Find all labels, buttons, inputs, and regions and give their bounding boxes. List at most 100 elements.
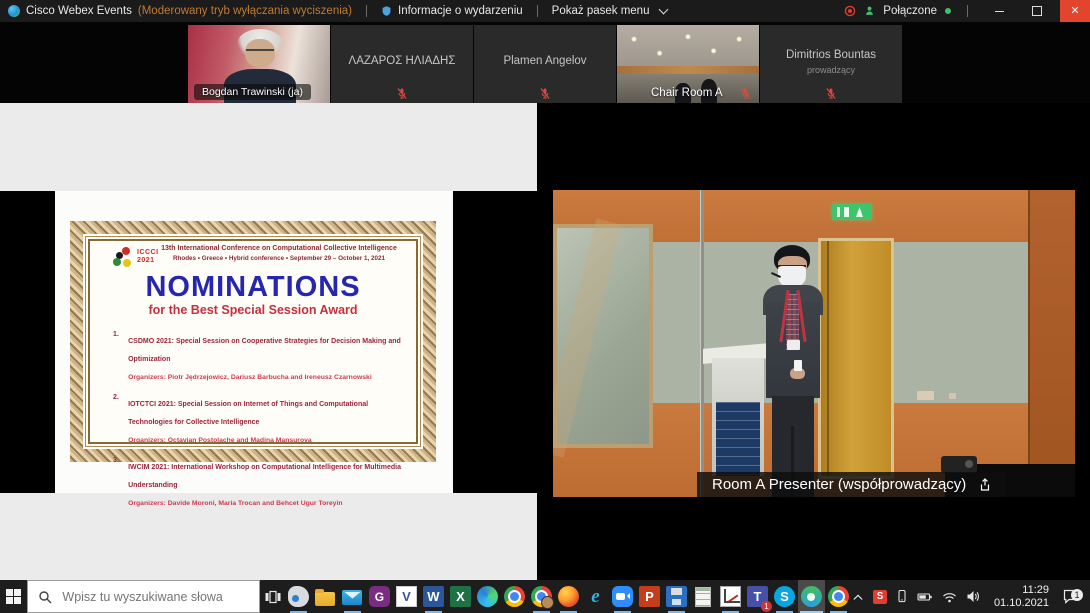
- slide-item-2: 2.IOTCTCI 2021: Special Session on Inter…: [113, 393, 411, 447]
- slide-item-1: 1.CSDMO 2021: Special Session on Coopera…: [113, 330, 411, 384]
- participant-tile-chair-room-a[interactable]: Chair Room A: [617, 25, 759, 103]
- separator: [967, 5, 968, 17]
- iccci-logo-icon: [113, 247, 133, 267]
- tray-chevron-up-icon[interactable]: [852, 592, 864, 602]
- chevron-down-icon: [659, 5, 669, 15]
- internet-explorer-icon: e: [585, 586, 606, 607]
- participant-tile-lazaros[interactable]: ΛΑΖΑΡΟΣ ΗΛΙΑΔΗΣ: [331, 25, 473, 103]
- search-icon: [38, 590, 52, 604]
- chrome-2-icon: [828, 586, 849, 607]
- taskbar-icon-firefox[interactable]: [555, 580, 582, 613]
- slide-item-3: 3.IWCIM 2021: International Workshop on …: [113, 456, 411, 510]
- session-organizers: Organizers: Piotr Jędrzejowicz, Dariusz …: [128, 374, 372, 381]
- taskbar-icon-word[interactable]: W: [420, 580, 447, 613]
- search-input[interactable]: [60, 589, 249, 605]
- wall-mirror: [553, 224, 653, 448]
- maximize-button[interactable]: [1022, 0, 1052, 22]
- podium-poster: [716, 402, 760, 476]
- taskbar-icon-floppy-app[interactable]: [663, 580, 690, 613]
- windows-taskbar: GVWXePT1S S 11:29 01.10.2021: [0, 580, 1090, 613]
- close-button[interactable]: ✕: [1060, 0, 1090, 22]
- session-organizers: Organizers: Octavian Postolache and Madi…: [128, 437, 312, 444]
- taskbar-icon-excel[interactable]: X: [447, 580, 474, 613]
- audio-connected-icon[interactable]: [864, 5, 875, 17]
- notepad-app-icon: [695, 587, 711, 607]
- task-view-icon: [265, 590, 281, 604]
- session-title: IWCIM 2021: International Workshop on Co…: [128, 464, 401, 489]
- participant-name: ΛΑΖΑΡΟΣ ΗΛΙΑΔΗΣ: [331, 55, 473, 67]
- clock-time: 11:29: [994, 584, 1049, 597]
- taskbar-icon-file-explorer[interactable]: [312, 580, 339, 613]
- word-icon: W: [423, 586, 444, 607]
- taskbar-icon-chrome[interactable]: [501, 580, 528, 613]
- participant-role: prowadzący: [760, 65, 902, 75]
- action-center-button[interactable]: 1: [1058, 589, 1084, 604]
- minimize-button[interactable]: [984, 0, 1014, 22]
- chrome-icon: [504, 586, 525, 607]
- taskbar-icon-mail[interactable]: [339, 580, 366, 613]
- graph-app-icon: [720, 586, 741, 607]
- muted-mic-icon: [540, 87, 551, 100]
- wifi-icon[interactable]: [942, 591, 957, 603]
- taskbar-icon-notepad-app[interactable]: [690, 580, 717, 613]
- taskbar-icon-edge[interactable]: [474, 580, 501, 613]
- taskbar-search[interactable]: [27, 580, 260, 613]
- conference-title: 13th International Conference on Computa…: [147, 244, 411, 254]
- taskbar-icon-internet-explorer[interactable]: e: [582, 580, 609, 613]
- share-icon[interactable]: [978, 478, 992, 492]
- presenter-name-overlay: Room A Presenter (współprowadzący): [697, 472, 1005, 497]
- participant-tile-bogdan[interactable]: Bogdan Trawinski (ja): [188, 25, 330, 103]
- task-view-button[interactable]: [260, 580, 285, 613]
- taskbar-icon-graph-app[interactable]: [717, 580, 744, 613]
- taskbar-icon-chrome-2[interactable]: [825, 580, 852, 613]
- presenter-badge: [787, 340, 800, 350]
- event-info-button[interactable]: Informacje o wydarzeniu: [398, 5, 523, 17]
- taskbar-icon-powerpoint[interactable]: P: [636, 580, 663, 613]
- moderated-mode-note: (Moderowany tryb wyłączania wyciszenia): [138, 5, 352, 17]
- taskbar-icon-gom-player[interactable]: G: [366, 580, 393, 613]
- taskbar-icon-paint-3d[interactable]: [285, 580, 312, 613]
- visio-icon: V: [396, 586, 417, 607]
- tray-red-s-app-icon[interactable]: S: [873, 590, 887, 604]
- participant-tile-dimitrios[interactable]: Dimitrios Bountas prowadzący: [760, 25, 902, 103]
- slide-subtitle: for the Best Special Session Award: [95, 302, 411, 318]
- excel-icon: X: [450, 586, 471, 607]
- taskbar-icon-zoom[interactable]: [609, 580, 636, 613]
- participant-name: Bogdan Trawinski (ja): [194, 84, 311, 100]
- conference-subtitle: Rhodes • Greece • Hybrid conference • Se…: [147, 254, 411, 263]
- iccci-logo: ICCCI 2021: [113, 246, 175, 268]
- maximize-icon: [1032, 6, 1042, 16]
- participant-tile-plamen[interactable]: Plamen Angelov: [474, 25, 616, 103]
- taskbar-icon-visio[interactable]: V: [393, 580, 420, 613]
- exit-sign: [832, 204, 872, 220]
- participant-name: Chair Room A: [651, 87, 723, 99]
- taskbar-icon-webex[interactable]: [798, 580, 825, 613]
- your-phone-icon[interactable]: [896, 589, 908, 604]
- windows-logo-icon: [6, 589, 22, 605]
- presenter-video[interactable]: Room A Presenter (współprowadzący): [545, 190, 1075, 497]
- close-icon: ✕: [1070, 6, 1079, 17]
- gom-player-icon: G: [369, 586, 390, 607]
- taskbar-icon-teams[interactable]: T1: [744, 580, 771, 613]
- webex-logo-icon: [8, 5, 20, 17]
- iccci-logo-text: ICCCI 2021: [137, 249, 159, 264]
- clock-date: 01.10.2021: [994, 597, 1049, 610]
- light-switch-small: [949, 393, 956, 399]
- taskbar-icon-skype[interactable]: S: [771, 580, 798, 613]
- start-button[interactable]: [0, 580, 27, 613]
- presentation-slide[interactable]: ICCCI 2021 13th International Conference…: [55, 191, 453, 493]
- slide-items: 1.CSDMO 2021: Special Session on Coopera…: [95, 330, 411, 510]
- volume-icon[interactable]: [966, 590, 981, 603]
- item-number: 2.: [113, 393, 128, 447]
- recording-icon[interactable]: [844, 5, 856, 17]
- mail-icon: [342, 590, 362, 605]
- taskbar-apps: GVWXe P T1S: [285, 580, 852, 613]
- muted-mic-icon: [826, 87, 837, 100]
- muted-mic-icon: [397, 87, 408, 100]
- battery-icon[interactable]: [917, 591, 933, 603]
- taskbar-icon-chrome-profile[interactable]: [528, 580, 555, 613]
- participant-filmstrip: Bogdan Trawinski (ja) ΛΑΖΑΡΟΣ ΗΛΙΑΔΗΣPlam…: [0, 22, 1090, 103]
- show-menu-bar-button[interactable]: Pokaż pasek menu: [552, 5, 650, 17]
- taskbar-clock[interactable]: 11:29 01.10.2021: [994, 584, 1049, 610]
- participant-name: Dimitrios Bountas: [760, 49, 902, 61]
